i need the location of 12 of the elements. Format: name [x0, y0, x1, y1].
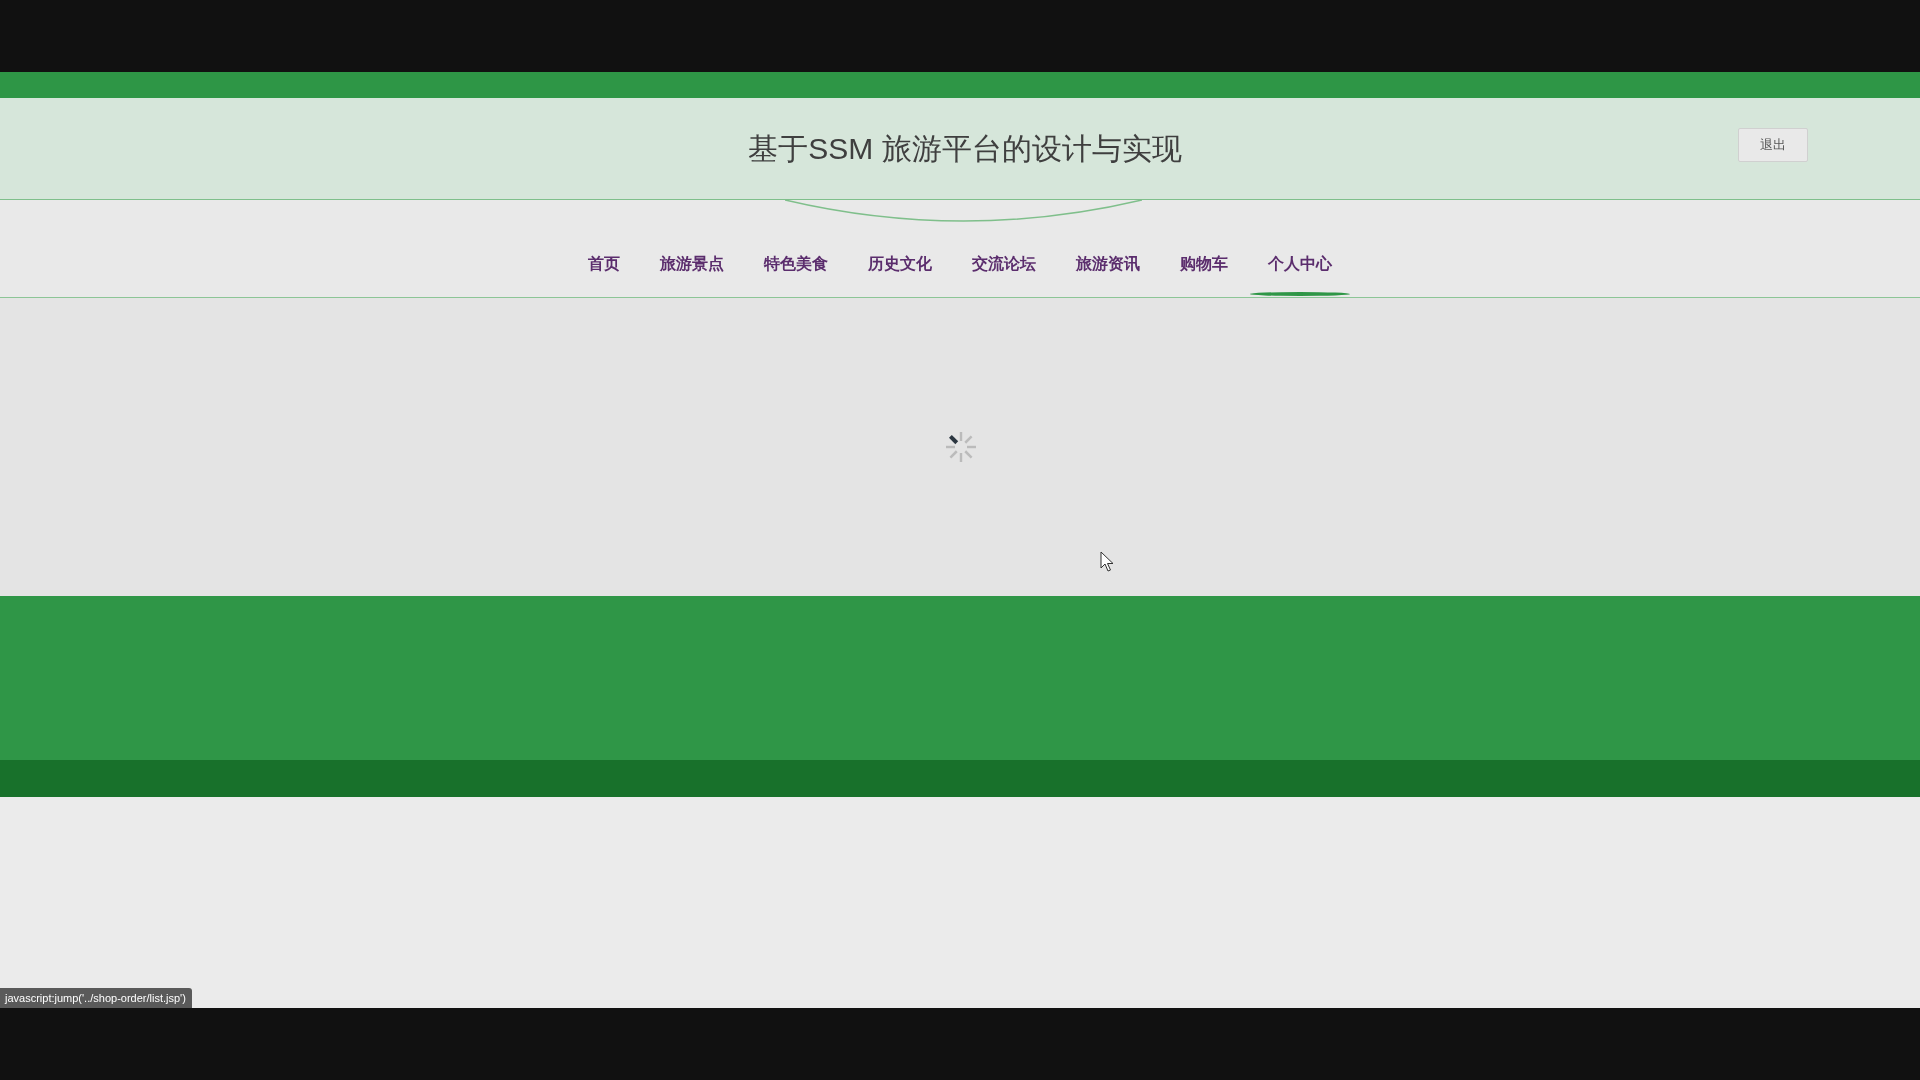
site-title: 基于SSM 旅游平台的设计与实现: [748, 131, 1182, 167]
nav-link[interactable]: 旅游资讯: [1056, 200, 1160, 297]
status-url-tooltip: javascript:jump('../shop-order/list.jsp'): [0, 988, 192, 1008]
nav-link[interactable]: 交流论坛: [952, 200, 1056, 297]
nav-link[interactable]: 历史文化: [848, 200, 952, 297]
nav-link[interactable]: 特色美食: [744, 200, 848, 297]
mouse-pointer-icon: [1100, 551, 1114, 572]
logout-button[interactable]: 退出: [1738, 127, 1808, 162]
nav-link[interactable]: 购物车: [1160, 200, 1248, 297]
nav-link[interactable]: 旅游景点: [640, 200, 744, 297]
nav-link[interactable]: 个人中心: [1248, 200, 1352, 297]
nav-link[interactable]: 首页: [568, 200, 640, 297]
